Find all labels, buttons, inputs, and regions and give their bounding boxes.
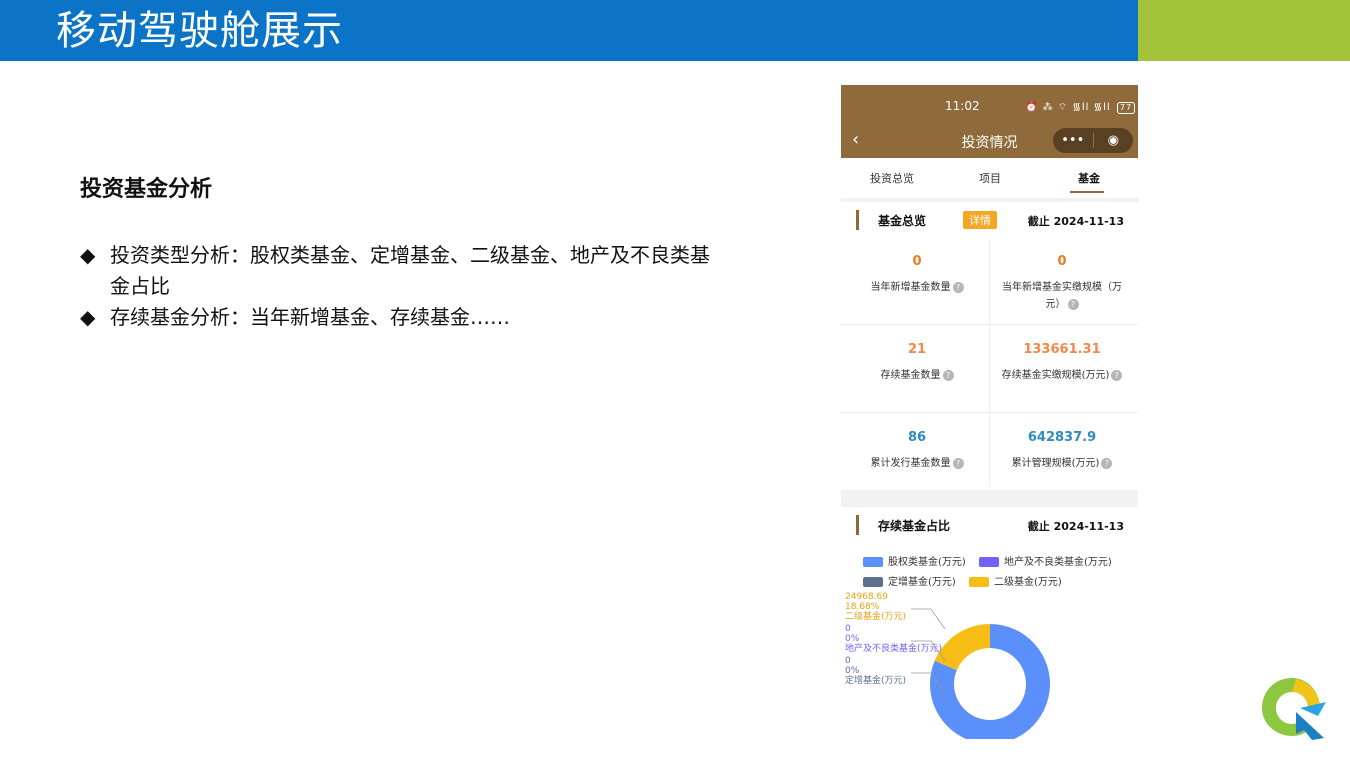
donut-data-label: 24968.69 [845,592,888,602]
help-icon[interactable]: ? [1111,369,1123,381]
stat-value: 133661.31 [1023,342,1101,357]
stat-label: 当年新增基金数量 [870,282,951,293]
donut-data-label: 定增基金(万元) [845,674,906,686]
diamond-bullet-icon: ◆ [80,305,96,329]
fund-overview-card: 基金总览 详情 截止 2024-11-13 0 当年新增基金数量? 0 当年新增… [841,202,1138,490]
app-titlebar: ‹ 投资情况 ••• ◉ [841,124,1138,158]
company-logo [1262,678,1326,740]
fund-ratio-card: 存续基金占比 截止 2024-11-13 股权类基金(万元) 地产及不良类基金(… [841,507,1138,739]
label-leader-line [911,608,946,630]
stat-total-aum[interactable]: 642837.9 累计管理规模(万元)? [990,430,1134,472]
section-title: 投资基金分析 [80,177,213,202]
grid-divider [841,324,1138,325]
header-accent-block [1138,0,1350,61]
help-icon[interactable]: ? [1101,457,1113,469]
stat-value: 86 [907,430,927,445]
donut-data-label: 0% [845,634,860,644]
stat-label: 累计管理规模(万元) [1011,458,1100,469]
card-header: 基金总览 详情 截止 2024-11-13 [841,202,1138,232]
detail-button[interactable]: 详情 [963,211,997,229]
bullet-text: 存续基金分析：当年新增基金、存续基金…… [110,305,510,329]
stat-label: 存续基金数量 [880,370,941,381]
donut-slice[interactable] [934,624,990,671]
stat-label: 存续基金实缴规模(万元) [1001,370,1110,381]
status-bar: 11:02 ⏰ ⁂ ⌔ ᯾ll ᯾ll 77 [841,85,1138,124]
stat-value: 21 [907,342,927,357]
stat-value: 0 [1057,254,1067,269]
stat-total-issued-count[interactable]: 86 累计发行基金数量? [845,430,989,472]
donut-data-label: 二级基金(万元) [845,610,906,622]
battery-level: 77 [1119,103,1133,112]
donut-data-label: 18.68% [845,602,880,612]
signal-icons: ⏰ ⁂ ⌔ ᯾ll ᯾ll [1025,102,1111,113]
status-icons: ⏰ ⁂ ⌔ ᯾ll ᯾ll 77 [1025,99,1136,114]
more-icon[interactable]: ••• [1053,128,1093,153]
slide-title: 移动驾驶舱展示 [56,8,343,54]
stat-label: 累计发行基金数量 [870,458,951,469]
fund-ratio-donut-chart: 24968.6918.68%二级基金(万元)00%地产及不良类基金(万元)00%… [845,592,1050,739]
stat-existing-fund-capital[interactable]: 133661.31 存续基金实缴规模(万元)? [990,342,1134,384]
bullet-text: 投资类型分析：股权类基金、定增基金、二级基金、地产及不良类基金占比 [110,243,710,298]
donut-data-label: 地产及不良类基金(万元) [845,642,942,654]
donut-data-label: 0 [845,656,851,666]
miniapp-capsule: ••• ◉ [1053,128,1133,153]
bullet-item: ◆ 存续基金分析：当年新增基金、存续基金…… [80,302,720,333]
tab-bar: 投资总览 项目 基金 [841,158,1138,198]
stat-value: 0 [912,254,922,269]
help-icon[interactable]: ? [1067,298,1079,310]
active-tab-indicator [1070,191,1104,193]
donut-data-label: 0 [845,624,851,634]
bullet-list: ◆ 投资类型分析：股权类基金、定增基金、二级基金、地产及不良类基金占比 ◆ 存续… [80,240,720,333]
help-icon[interactable]: ? [942,369,954,381]
tab-overview[interactable]: 投资总览 [870,170,914,186]
as-of-date: 截止 2024-11-13 [1027,215,1124,228]
status-time: 11:02 [945,99,980,113]
tab-projects[interactable]: 项目 [979,170,1001,186]
diamond-bullet-icon: ◆ [80,243,96,267]
header-accent-bar [856,210,859,230]
battery-icon: 77 [1116,102,1136,114]
help-icon[interactable]: ? [952,457,964,469]
phone-screenshot: 11:02 ⏰ ⁂ ⌔ ᯾ll ᯾ll 77 ‹ 投资情况 ••• ◉ 投资总览… [841,85,1138,739]
donut-data-label: 0% [845,666,860,676]
bullet-item: ◆ 投资类型分析：股权类基金、定增基金、二级基金、地产及不良类基金占比 [80,240,720,302]
stat-value: 642837.9 [1027,430,1097,445]
stat-new-fund-capital[interactable]: 0 当年新增基金实缴规模（万元）? [990,254,1134,313]
card-title: 基金总览 [878,214,927,228]
stat-existing-fund-count[interactable]: 21 存续基金数量? [845,342,989,384]
tab-funds[interactable]: 基金 [1078,170,1100,186]
stat-label: 当年新增基金实缴规模（万元） [1002,282,1122,310]
close-miniapp-icon[interactable]: ◉ [1094,128,1134,153]
grid-divider [841,412,1138,413]
stat-new-fund-count[interactable]: 0 当年新增基金数量? [845,254,989,296]
help-icon[interactable]: ? [952,281,964,293]
